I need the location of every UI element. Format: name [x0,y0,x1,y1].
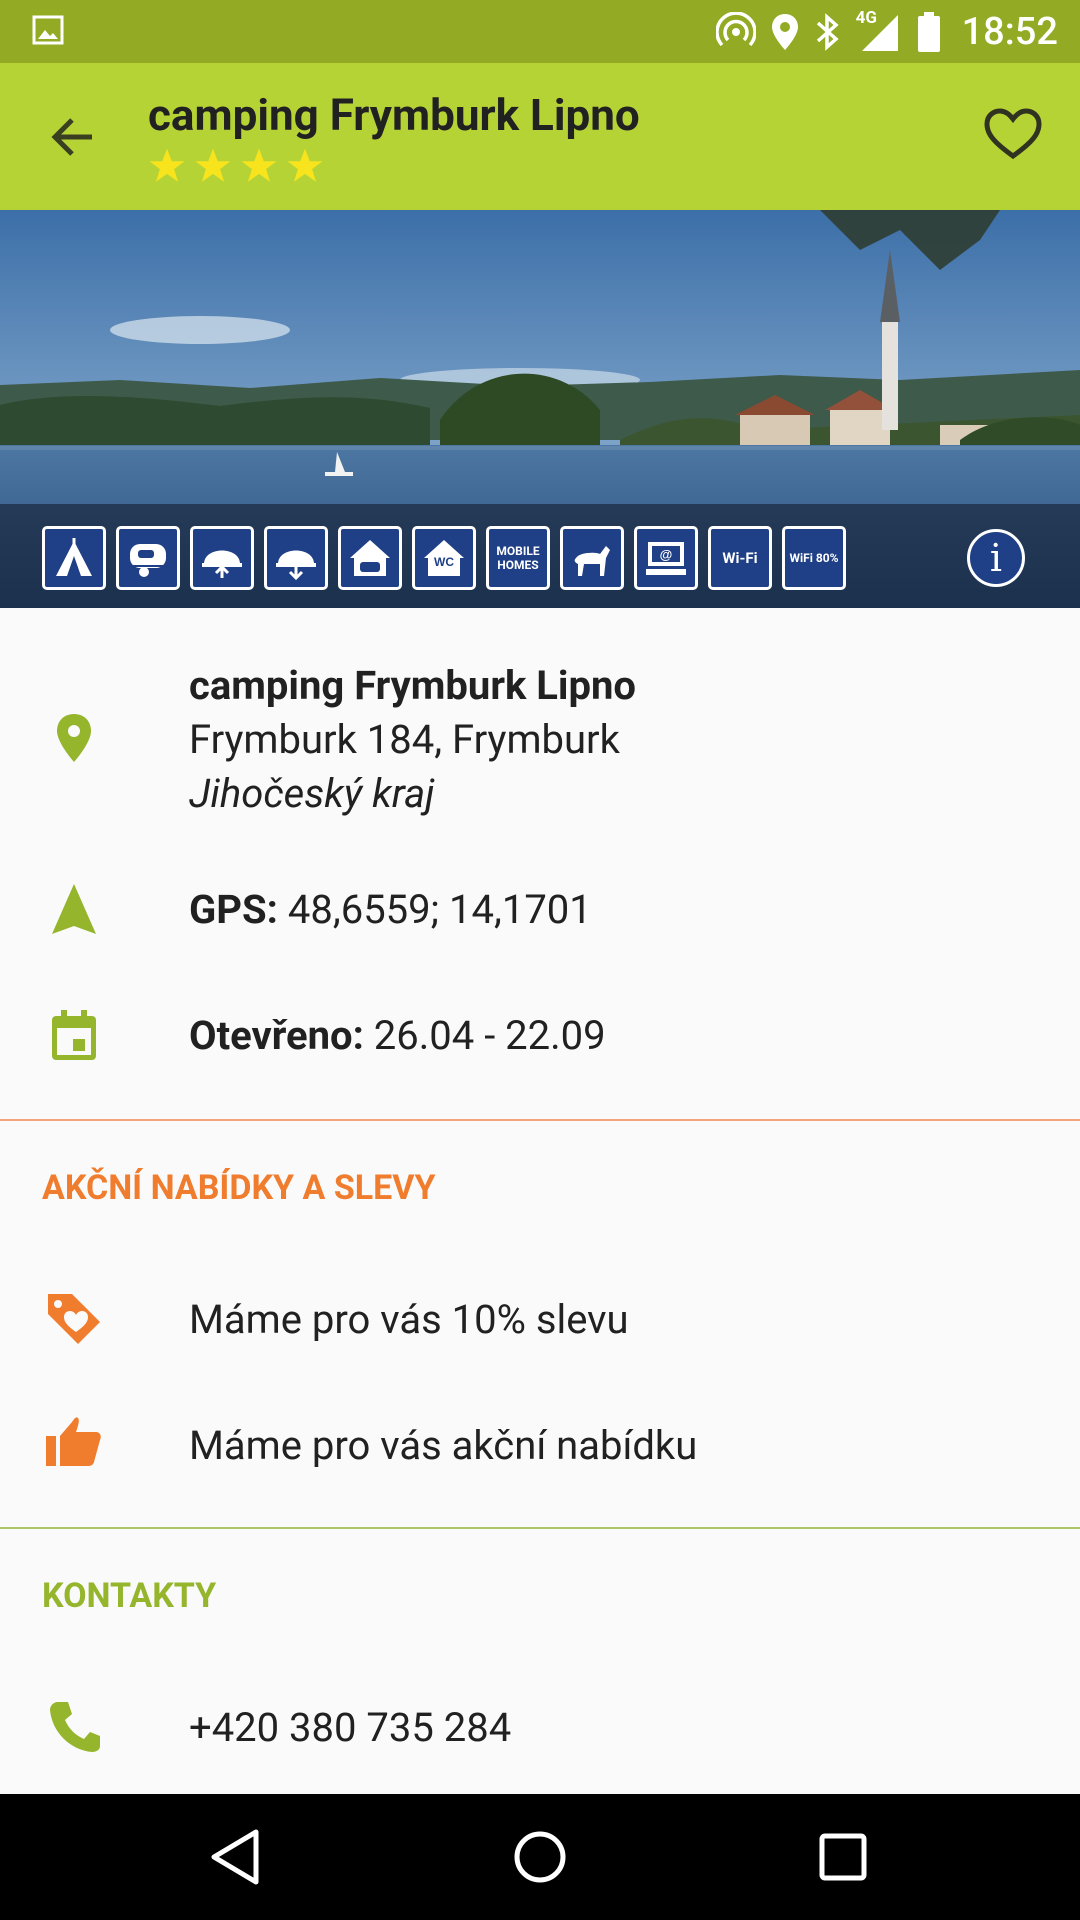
discount-offer[interactable]: Máme pro vás 10% slevu [189,1296,629,1343]
clock: 18:52 [961,9,1058,54]
phone-icon [50,1702,100,1752]
divider [0,1527,1080,1529]
recents-nav-icon[interactable] [810,1824,876,1890]
amenity-horse-icon[interactable] [560,526,624,590]
system-navigation-bar [0,1794,1080,1920]
status-bar: 4G 18:52 [0,0,1080,63]
special-offer[interactable]: Máme pro vás akční nabídku [189,1422,697,1469]
amenity-wifi-label: Wi-Fi [722,548,758,567]
amenity-caravan-icon[interactable] [116,526,180,590]
amenity-tent-icon[interactable] [42,526,106,590]
page-title: camping Frymburk Lipno [148,89,640,141]
amenity-internet-icon[interactable]: @ [634,526,698,590]
amenity-wc-icon[interactable]: WC [412,526,476,590]
info-button[interactable]: i [967,529,1025,587]
star-icon [195,148,231,182]
hotspot-icon [715,11,756,46]
camp-address: Frymburk 184, Frymburk [189,716,620,763]
bluetooth-icon [816,12,839,51]
image-icon [32,15,64,45]
amenity-caravan-exit-icon[interactable] [264,526,328,590]
amenity-wifi-icon[interactable]: Wi-Fi [708,526,772,590]
heart-outline-icon[interactable] [982,103,1044,165]
star-icon [287,148,323,182]
amenity-wifi-80-icon[interactable]: WiFi 80% [782,526,846,590]
location-pin-icon [57,714,91,762]
rating-stars [148,147,324,185]
amenity-mobile-homes-icon[interactable]: MOBILE HOMES [486,526,550,590]
amenity-mobile-homes-label: MOBILE HOMES [496,544,540,572]
calendar-icon [52,1010,96,1060]
thumbs-up-icon [46,1417,101,1466]
back-nav-icon[interactable] [204,1824,270,1890]
campsite-photo[interactable]: WC MOBILE HOMES @ Wi-Fi WiFi 80% i [0,210,1080,608]
camp-name: camping Frymburk Lipno [189,662,637,709]
phone-number[interactable]: +420 380 735 284 [189,1704,511,1751]
amenity-wifi-80-label: WiFi 80% [789,551,839,565]
amenity-internet-label: @ [660,547,673,562]
signal-icon: 4G [855,7,902,53]
battery-icon [917,11,940,52]
arrow-back-icon[interactable] [44,107,104,167]
open-label: Otevřeno: [189,1012,364,1059]
offers-heading: AKČNÍ NABÍDKY A SLEVY [42,1168,436,1208]
camp-region: Jihočeský kraj [189,770,435,817]
amenity-caravan-entry-icon[interactable] [190,526,254,590]
contacts-heading: KONTAKTY [42,1576,217,1616]
price-tag-heart-icon [48,1294,100,1344]
star-icon [149,148,185,182]
gps-value[interactable]: 48,6559; 14,1701 [278,886,592,933]
amenity-wc-label: WC [434,555,454,569]
gps-coordinates: GPS: 48,6559; 14,1701 [189,886,592,933]
navigation-icon [52,884,96,934]
divider [0,1119,1080,1121]
app-bar: camping Frymburk Lipno [0,63,1080,210]
star-icon [241,148,277,182]
amenity-cabin-icon[interactable] [338,526,402,590]
location-icon [771,13,798,50]
opening-dates: Otevřeno: 26.04 - 22.09 [189,1012,606,1059]
open-value: 26.04 - 22.09 [363,1012,606,1059]
network-type: 4G [855,7,877,28]
gps-label: GPS: [189,886,278,933]
home-nav-icon[interactable] [507,1824,573,1890]
